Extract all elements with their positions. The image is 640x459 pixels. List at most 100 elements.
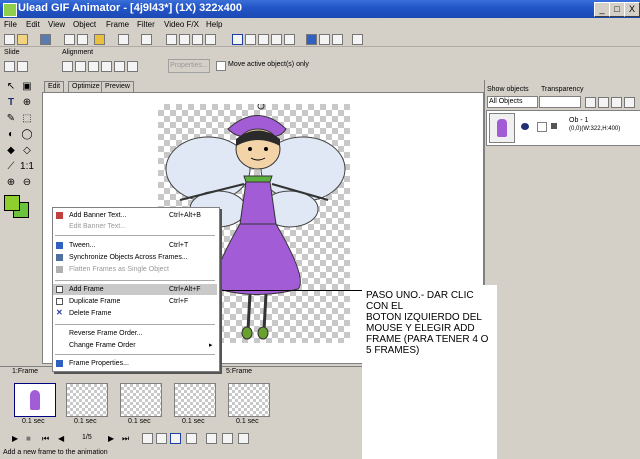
move-active-checkbox[interactable] <box>216 61 226 71</box>
sync-frames-icon[interactable] <box>238 433 249 444</box>
frame-duration[interactable]: 0.1 sec <box>74 418 97 425</box>
fill-tool-icon[interactable]: ◆ <box>4 144 18 158</box>
tab-optimize[interactable]: Optimize <box>68 81 104 92</box>
align-bottom-icon[interactable] <box>127 61 138 72</box>
menu-item-add-frame[interactable]: Add Frame Ctrl+Alt+F <box>53 284 217 295</box>
magic-wand-tool-icon[interactable]: ◇ <box>20 144 34 158</box>
help-icon[interactable] <box>352 34 363 45</box>
stop-icon[interactable]: ■ <box>26 434 31 443</box>
align-left-icon[interactable] <box>62 61 73 72</box>
object-select-tool-icon[interactable]: ▣ <box>20 80 34 94</box>
cut-icon[interactable] <box>166 34 177 45</box>
align-right-icon[interactable] <box>88 61 99 72</box>
menu-item-delete-frame[interactable]: ✕ Delete Frame <box>53 308 217 319</box>
close-button[interactable]: X <box>624 2 640 17</box>
frame-4[interactable]: 4:Frame 0.1 sec <box>170 367 220 431</box>
transform-tool-icon[interactable]: ⊕ <box>20 96 34 110</box>
add-frame-icon[interactable] <box>142 433 153 444</box>
eyedropper-tool-icon[interactable]: ⟋ <box>4 160 18 174</box>
align-top-icon[interactable] <box>101 61 112 72</box>
menu-object[interactable]: Object <box>73 20 96 29</box>
menu-edit[interactable]: Edit <box>26 20 40 29</box>
delete-icon[interactable] <box>271 34 282 45</box>
tab-preview[interactable]: Preview <box>101 81 134 92</box>
menu-frame[interactable]: Frame <box>106 20 129 29</box>
add-blank-frame-icon[interactable] <box>258 34 269 45</box>
marquee-tool-icon[interactable]: ⬚ <box>20 112 34 126</box>
menu-item-frame-properties[interactable]: Frame Properties... <box>53 358 217 369</box>
align-middle-icon[interactable] <box>114 61 125 72</box>
menu-item-edit-banner-text[interactable]: Edit Banner Text... <box>53 221 217 232</box>
panel-up-icon[interactable] <box>611 97 622 108</box>
frame-2[interactable]: 2:Frame 0.1 sec <box>62 367 112 431</box>
frame-duration[interactable]: 0.1 sec <box>22 418 45 425</box>
object-row[interactable]: Ob - 1 (0,0)(W:322,H:400) <box>486 110 640 146</box>
menu-item-reverse-frame-order[interactable]: Reverse Frame Order... <box>53 328 217 339</box>
banner-text-icon[interactable] <box>319 34 330 45</box>
frame-1[interactable]: 1:Frame 0.1 sec <box>10 367 60 431</box>
frame-3[interactable]: 3:Frame 0.1 sec <box>116 367 166 431</box>
pick-tool-icon[interactable]: ↖ <box>4 80 18 94</box>
panel-down-icon[interactable] <box>624 97 635 108</box>
menu-item-flatten-frames[interactable]: Flatten Frames as Single Object <box>53 264 217 275</box>
slide-left-icon[interactable] <box>4 61 15 72</box>
menu-item-change-frame-order[interactable]: Change Frame Order ▸ <box>53 340 217 351</box>
text-tool-icon[interactable]: T <box>4 96 18 110</box>
lock-icon[interactable] <box>551 123 557 129</box>
visibility-icon[interactable] <box>521 123 529 130</box>
maximize-button[interactable]: □ <box>609 2 625 17</box>
frame-properties-icon[interactable] <box>206 433 217 444</box>
panel-add-icon[interactable] <box>585 97 596 108</box>
menu-item-synchronize-objects[interactable]: Synchronize Objects Across Frames... <box>53 252 217 263</box>
print-icon[interactable] <box>77 34 88 45</box>
add-video-icon[interactable] <box>245 34 256 45</box>
tween-frame-icon[interactable] <box>186 433 197 444</box>
last-frame-icon[interactable]: ⏭ <box>122 434 129 444</box>
redo-icon[interactable] <box>141 34 152 45</box>
frame-duration[interactable]: 0.1 sec <box>128 418 151 425</box>
export-icon[interactable] <box>94 34 105 45</box>
minimize-button[interactable]: _ <box>594 2 610 17</box>
paste-special-icon[interactable] <box>205 34 216 45</box>
frame-duration[interactable]: 0.1 sec <box>182 418 205 425</box>
menu-help[interactable]: Help <box>206 20 222 29</box>
add-images-icon[interactable] <box>232 34 243 45</box>
undo-icon[interactable] <box>118 34 129 45</box>
objects-select[interactable]: All Objects <box>487 96 538 108</box>
copy-icon[interactable] <box>179 34 190 45</box>
open-icon[interactable] <box>17 34 28 45</box>
reverse-order-icon[interactable] <box>222 433 233 444</box>
duplicate-frame-icon[interactable] <box>156 433 167 444</box>
menu-file[interactable]: File <box>4 20 17 29</box>
delete-frame-icon[interactable] <box>170 433 181 444</box>
new-icon[interactable] <box>4 34 15 45</box>
paste-icon[interactable] <box>192 34 203 45</box>
object-checkbox[interactable] <box>537 122 547 132</box>
actual-size-tool-icon[interactable]: 1:1 <box>20 160 34 174</box>
previous-frame-icon[interactable]: ◀ <box>58 434 64 443</box>
play-icon[interactable]: ▶ <box>12 434 18 443</box>
tween-icon[interactable] <box>306 34 317 45</box>
save-icon[interactable] <box>40 34 51 45</box>
duplicate-icon[interactable] <box>284 34 295 45</box>
menu-video-fx[interactable]: Video F/X <box>164 20 199 29</box>
lasso-tool-icon[interactable]: ◯ <box>20 128 34 142</box>
zoom-out-icon[interactable]: ⊖ <box>20 176 34 190</box>
menu-item-duplicate-frame[interactable]: Duplicate Frame Ctrl+F <box>53 296 217 307</box>
align-center-icon[interactable] <box>75 61 86 72</box>
foreground-color-swatch[interactable] <box>4 195 20 211</box>
menu-item-add-banner-text[interactable]: Add Banner Text... Ctrl+Alt+B <box>53 210 217 221</box>
transparency-input[interactable] <box>539 96 581 108</box>
panel-delete-icon[interactable] <box>598 97 609 108</box>
eraser-tool-icon[interactable]: ◐ <box>4 128 18 142</box>
menu-view[interactable]: View <box>48 20 65 29</box>
menu-item-tween[interactable]: Tween... Ctrl+T <box>53 240 217 251</box>
frame-5[interactable]: 5:Frame 0.1 sec <box>224 367 274 431</box>
tab-edit[interactable]: Edit <box>44 81 65 92</box>
next-frame-icon[interactable]: ▶ <box>108 434 114 443</box>
menu-filter[interactable]: Filter <box>137 20 155 29</box>
slide-right-icon[interactable] <box>17 61 28 72</box>
brush-tool-icon[interactable]: ✎ <box>4 112 18 126</box>
zoom-in-icon[interactable]: ⊕ <box>4 176 18 190</box>
frame-duration[interactable]: 0.1 sec <box>236 418 259 425</box>
